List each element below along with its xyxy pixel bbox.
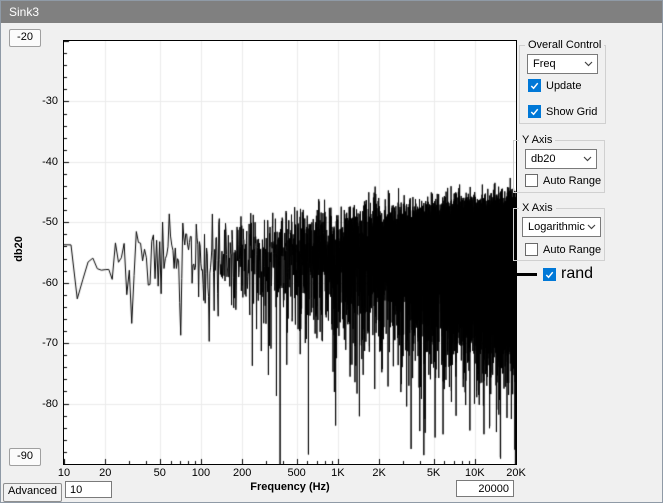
plot-frame <box>63 40 517 465</box>
y-min-button[interactable]: -90 <box>9 448 41 466</box>
window-title: Sink3 <box>9 5 39 19</box>
titlebar: Sink3 <box>1 1 662 23</box>
check-icon <box>529 106 540 117</box>
x-tick-label: 1K <box>331 467 344 479</box>
legend: rand <box>515 265 593 283</box>
y-axis-title: db20 <box>13 236 25 262</box>
group-x-axis-title: X Axis <box>519 202 556 214</box>
y-auto-range-row: Auto Range <box>525 174 601 187</box>
y-tick-label: -40 <box>25 156 58 168</box>
y-tick-label: -60 <box>25 277 58 289</box>
y-max-button[interactable]: -20 <box>9 29 41 47</box>
y-auto-range-checkbox[interactable] <box>525 174 538 187</box>
x-tick-label: 2K <box>372 467 385 479</box>
chevron-down-icon <box>584 61 593 67</box>
x-axis-combo-value: Logarithmic <box>528 221 585 233</box>
spectrum-plot-canvas[interactable] <box>64 41 516 464</box>
x-tick-label: 20K <box>506 467 526 479</box>
x-tick-label: 5K <box>427 467 440 479</box>
check-icon <box>529 80 540 91</box>
group-y-axis: Y Axis db20 Auto Range <box>513 140 605 193</box>
y-axis-combo[interactable]: db20 <box>525 149 597 169</box>
x-axis-combo[interactable]: Logarithmic <box>522 217 601 237</box>
x-min-input[interactable] <box>65 481 112 498</box>
x-auto-range-checkbox[interactable] <box>525 243 538 256</box>
show-grid-label: Show Grid <box>546 106 597 118</box>
x-tick-label: 50 <box>154 467 166 479</box>
update-checkbox[interactable] <box>528 79 541 92</box>
group-overall-title: Overall Control <box>525 39 604 51</box>
overall-combo-value: Freq <box>533 58 556 70</box>
x-tick-label: 100 <box>192 467 210 479</box>
x-tick-label: 200 <box>233 467 251 479</box>
y-tick-label: -30 <box>25 95 58 107</box>
group-y-axis-title: Y Axis <box>519 134 555 146</box>
app-window: Sink3 -20 -90 db20 Frequency (Hz) 10 20 50… <box>0 0 663 503</box>
y-tick-label: -80 <box>25 398 58 410</box>
show-grid-row: Show Grid <box>528 105 597 118</box>
legend-rand-checkbox[interactable] <box>543 268 556 281</box>
update-label: Update <box>546 80 581 92</box>
y-tick-label: -50 <box>25 216 58 228</box>
x-auto-range-row: Auto Range <box>525 243 601 256</box>
y-axis-combo-value: db20 <box>531 153 555 165</box>
check-icon <box>544 269 555 280</box>
x-tick-label: 20 <box>99 467 111 479</box>
show-grid-checkbox[interactable] <box>528 105 541 118</box>
group-overall-control: Overall Control Freq Update Show Grid <box>519 45 606 124</box>
overall-combo[interactable]: Freq <box>527 54 598 74</box>
legend-series-label: rand <box>561 265 593 283</box>
x-max-input[interactable] <box>456 480 514 497</box>
x-auto-range-label: Auto Range <box>543 244 601 256</box>
chevron-down-icon <box>583 156 592 162</box>
chevron-down-icon <box>587 224 596 230</box>
x-tick-label: 500 <box>287 467 305 479</box>
y-tick-label: -70 <box>25 337 58 349</box>
group-x-axis: X Axis Logarithmic Auto Range <box>513 208 605 261</box>
x-tick-label: 10K <box>465 467 485 479</box>
update-row: Update <box>528 79 581 92</box>
x-axis-title: Frequency (Hz) <box>250 481 329 493</box>
advanced-button[interactable]: Advanced <box>3 483 62 502</box>
legend-line-swatch <box>515 273 537 276</box>
y-auto-range-label: Auto Range <box>543 175 601 187</box>
x-tick-label: 10 <box>58 467 70 479</box>
